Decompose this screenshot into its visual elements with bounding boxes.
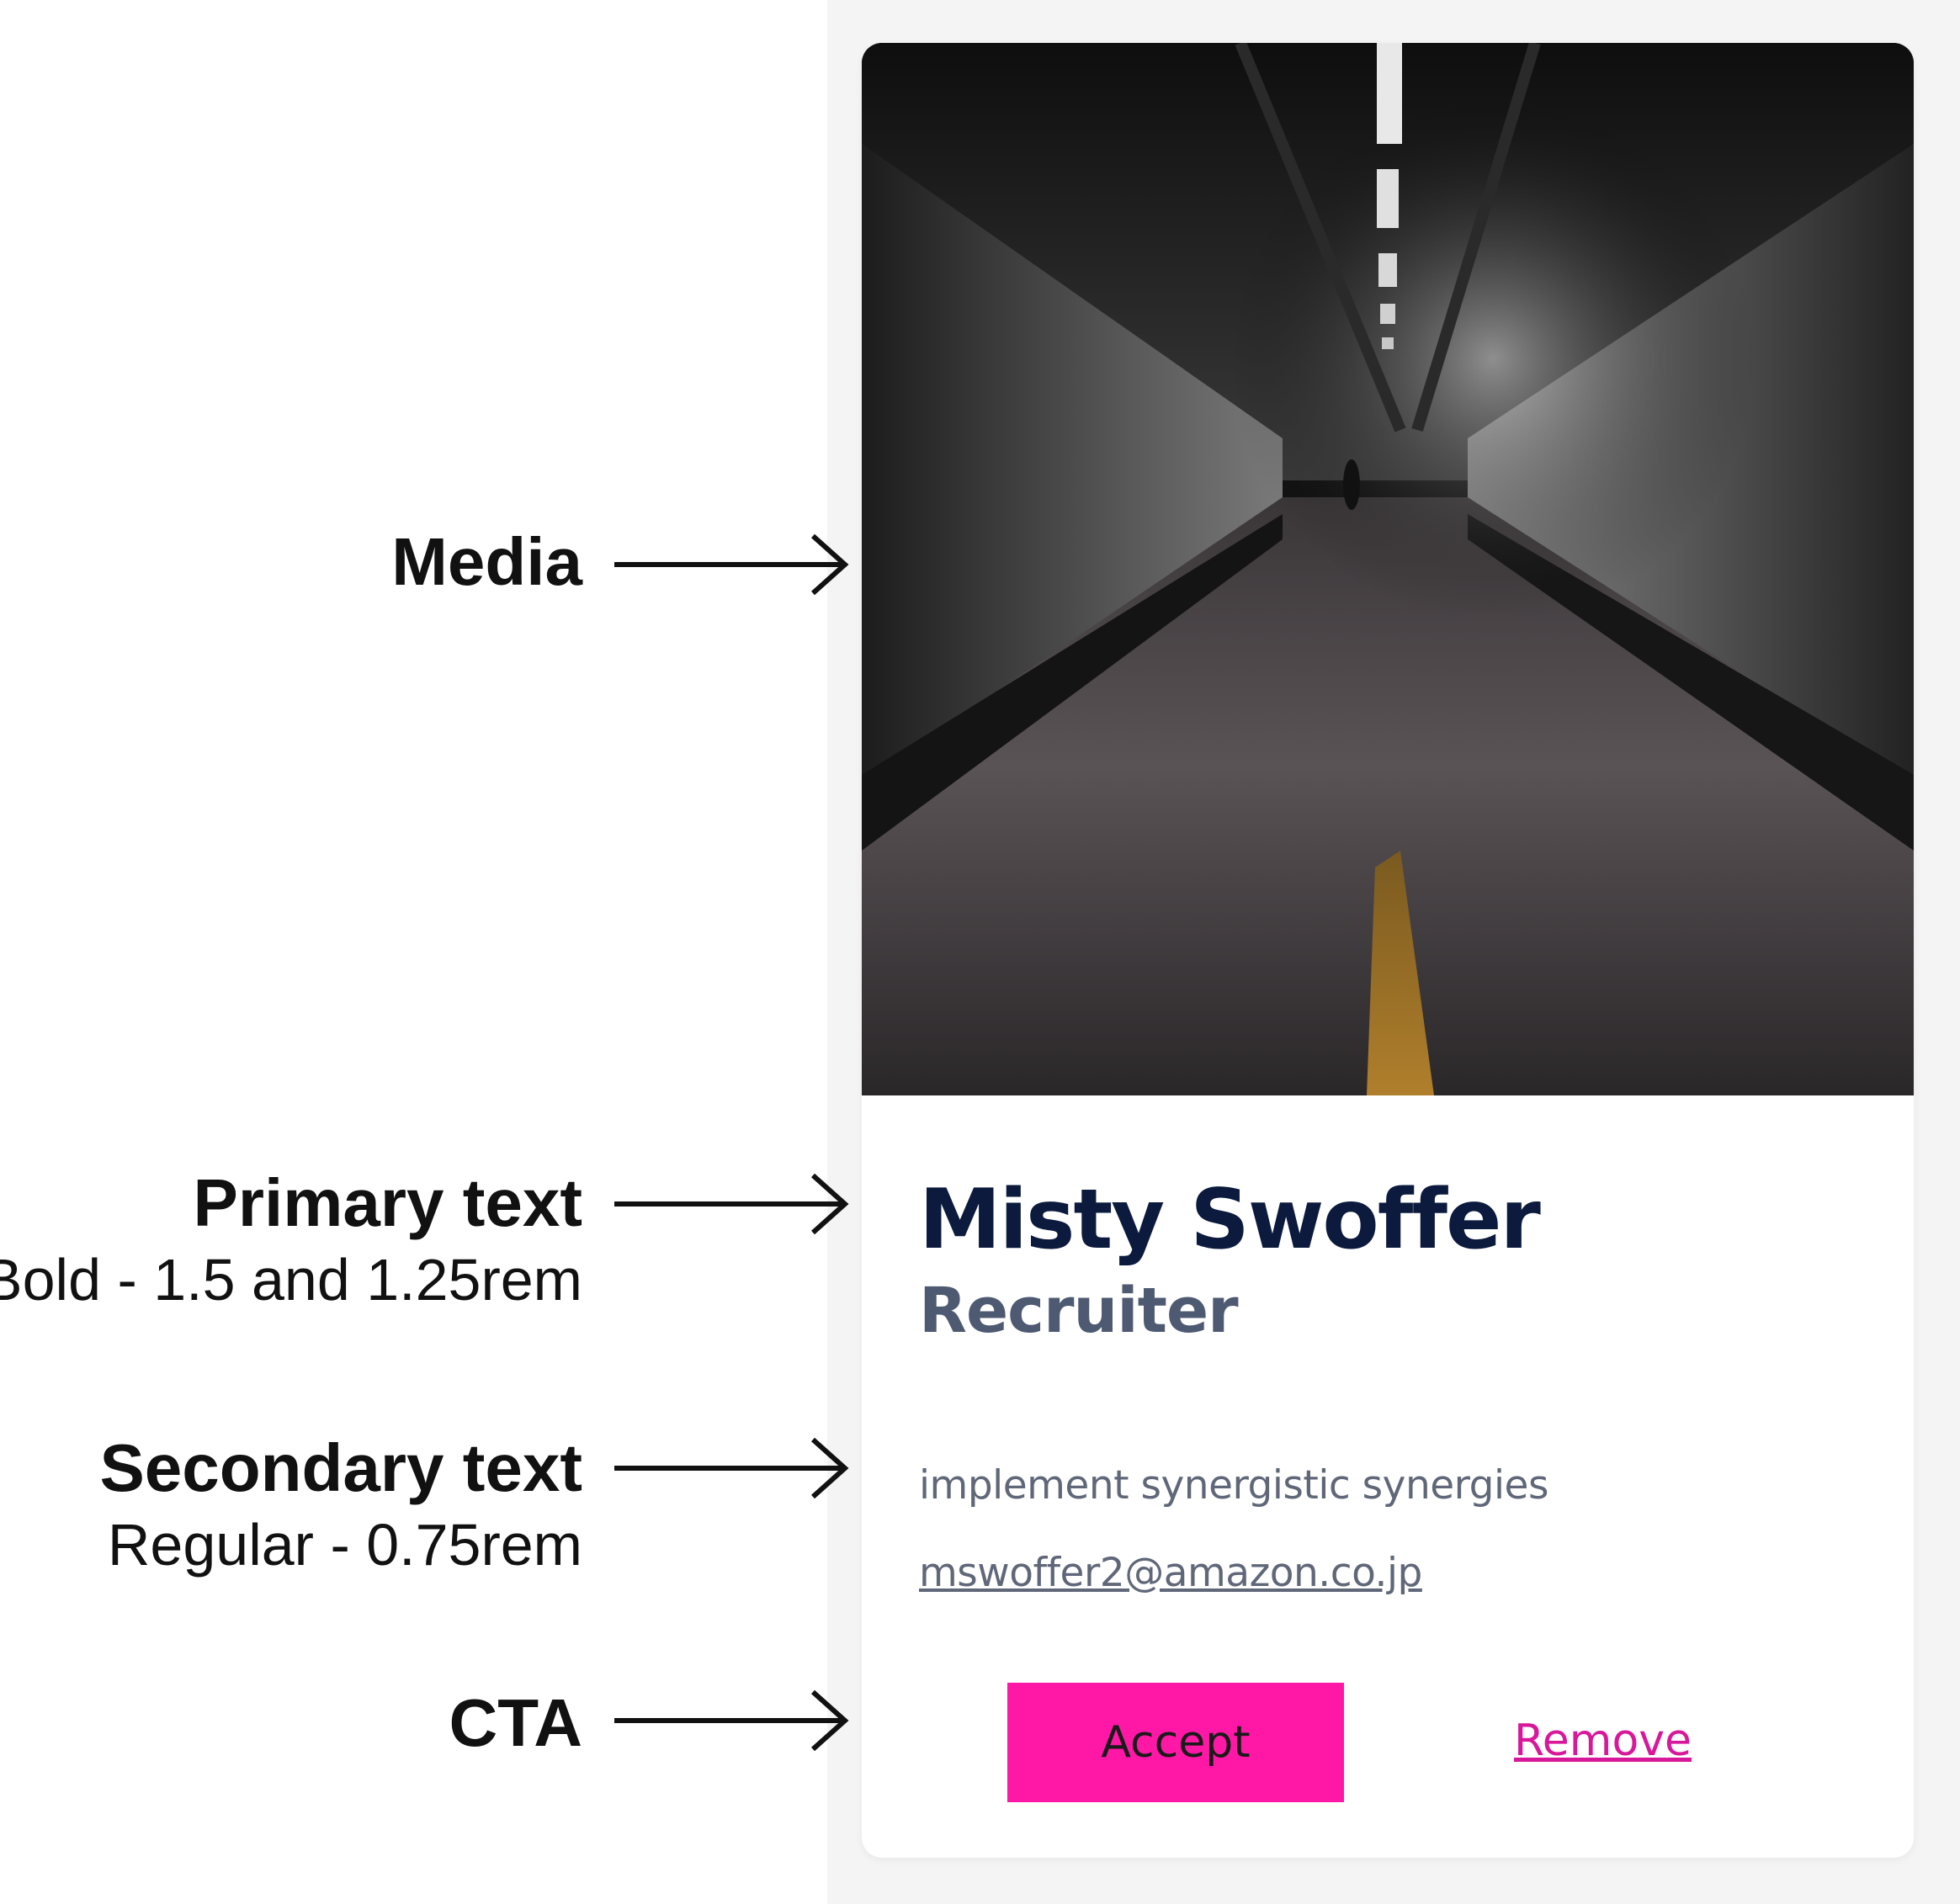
contact-email-link[interactable]: mswoffer2@amazon.co.jp: [919, 1550, 1422, 1596]
contact-name: Misty Swoffer: [919, 1172, 1541, 1268]
annotation-secondary-title: Secondary text: [99, 1430, 582, 1505]
annotation-primary-sub: Bold - 1.5 and 1.25rem: [0, 1247, 582, 1313]
remove-link[interactable]: Remove: [1514, 1716, 1692, 1766]
arrow-right-icon: [614, 533, 849, 596]
arrow-right-icon: [614, 1437, 849, 1499]
annotation-secondary: Secondary text Regular - 0.75rem: [99, 1430, 582, 1578]
annotation-media-title: Media: [391, 524, 582, 599]
tunnel-photo-icon: [862, 43, 1914, 1095]
annotation-primary-title: Primary text: [193, 1165, 582, 1240]
annotation-secondary-sub: Regular - 0.75rem: [107, 1512, 582, 1578]
annotation-media: Media: [391, 528, 582, 596]
annotation-cta: CTA: [449, 1689, 582, 1757]
arrow-right-icon: [614, 1689, 849, 1752]
annotation-cta-title: CTA: [449, 1685, 582, 1760]
contact-card: Misty Swoffer Recruiter implement synerg…: [862, 43, 1914, 1858]
contact-description: implement synergistic synergies: [919, 1462, 1548, 1509]
accept-button[interactable]: Accept: [1007, 1683, 1344, 1802]
annotation-primary: Primary text Bold - 1.5 and 1.25rem: [0, 1165, 582, 1313]
contact-role: Recruiter: [919, 1275, 1239, 1347]
arrow-right-icon: [614, 1173, 849, 1235]
